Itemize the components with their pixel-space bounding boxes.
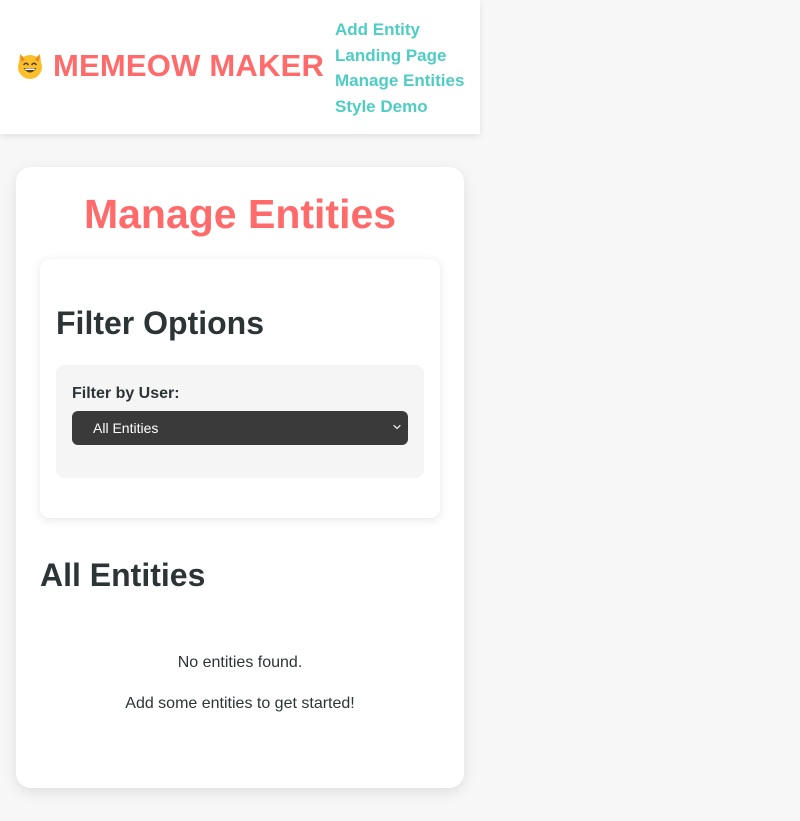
page-title: Manage Entities [83,191,397,237]
user-filter-select[interactable]: All Entities [72,411,408,445]
brand-title: MEMEOW MAKER [53,48,325,83]
all-entities-title: All Entities [40,557,206,593]
filter-by-user-label: Filter by User: [72,385,180,402]
nav-manage-entities[interactable]: Manage Entities [335,68,464,94]
nav-add-entity[interactable]: Add Entity [335,17,464,43]
empty-state-hint: Add some entities to get started! [125,695,355,712]
brand[interactable]: MEMEOW MAKER [16,48,324,84]
nav-landing-page[interactable]: Landing Page [335,43,464,69]
manage-entities-card: Manage Entities Filter Options Filter by… [16,167,464,788]
filter-by-user-group: Filter by User: All Entities [56,365,424,478]
empty-state-message: No entities found. [177,654,303,671]
site-header: MEMEOW MAKER Add Entity Landing Page Man… [0,0,480,134]
chevron-down-icon [393,424,401,430]
main-nav: Add Entity Landing Page Manage Entities … [335,17,464,120]
user-filter-selected-value: All Entities [93,420,159,436]
filter-options-title: Filter Options [56,305,264,341]
filter-options-panel: Filter Options Filter by User: All Entit… [40,259,440,518]
nav-style-demo[interactable]: Style Demo [335,94,464,120]
cat-face-icon [16,52,44,80]
